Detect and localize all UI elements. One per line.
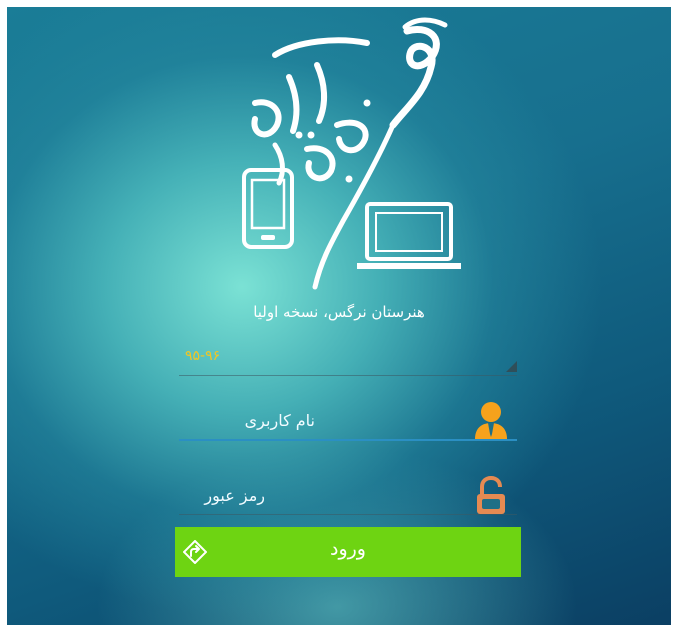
app-subtitle: هنرستان نرگس، نسخه اولیا (253, 303, 425, 321)
laptop-icon (357, 202, 461, 269)
lock-icon (477, 476, 505, 514)
app-screen: هنرستان نرگس، نسخه اولیا ۹۵-۹۶ ورود (7, 7, 671, 625)
password-field[interactable] (179, 476, 517, 515)
login-button-label: ورود (330, 538, 366, 560)
dropdown-triangle-icon (506, 361, 517, 372)
username-input[interactable] (183, 405, 317, 435)
username-field[interactable] (179, 401, 517, 441)
password-input[interactable] (183, 480, 267, 510)
year-select-value: ۹۵-۹۶ (185, 348, 221, 364)
login-button[interactable]: ورود (175, 527, 521, 577)
year-select[interactable]: ۹۵-۹۶ (179, 345, 517, 376)
app-logo (242, 17, 461, 290)
user-icon (475, 402, 507, 439)
phone-icon (242, 168, 294, 249)
